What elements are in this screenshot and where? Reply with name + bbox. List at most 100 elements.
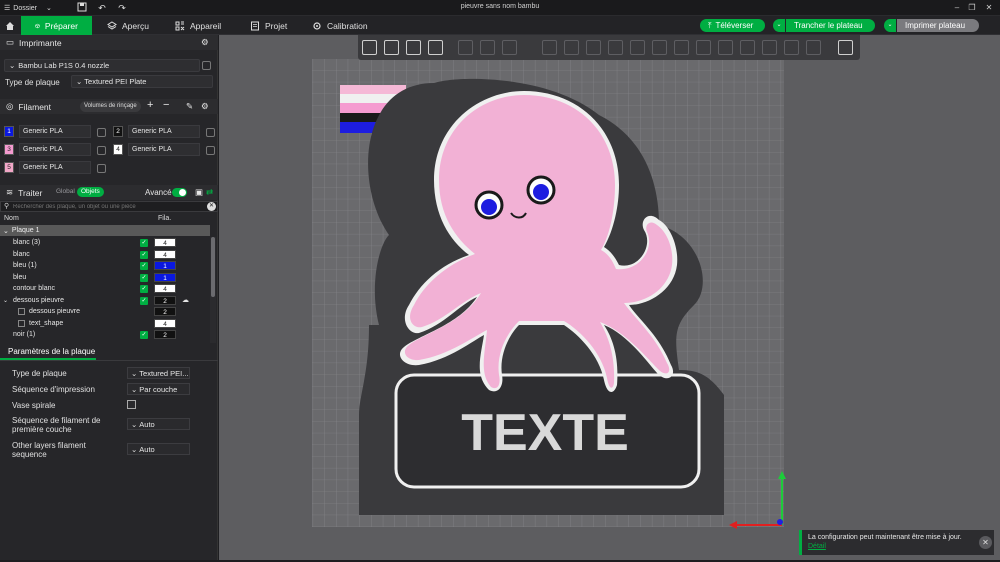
slice-plate-button[interactable]: Trancher le plateau (786, 19, 875, 32)
assembly-icon[interactable] (674, 40, 689, 55)
filament-slot-3[interactable]: 3 Generic PLA (4, 143, 91, 156)
home-button[interactable] (0, 16, 20, 35)
split-icon[interactable] (718, 40, 733, 55)
first-layer-sequence-select[interactable]: ⌄ Auto (127, 418, 190, 430)
measure-icon[interactable] (652, 40, 667, 55)
filament-slot-1[interactable]: 1 Generic PLA (4, 125, 91, 138)
object-row[interactable]: text_shape 4 (0, 318, 210, 330)
printable-checkbox[interactable]: ✓ (140, 331, 148, 339)
object-row[interactable]: bleu (1) ✓ 1 (0, 260, 210, 272)
simplify-icon[interactable] (806, 40, 821, 55)
filament-color-swatch[interactable]: 4 (113, 144, 123, 155)
object-row[interactable]: blanc (3) ✓ 4 (0, 237, 210, 249)
upload-button[interactable]: ⤒ Téléverser (700, 19, 765, 32)
filament-color-swatch[interactable]: 3 (4, 144, 14, 155)
filament-index[interactable]: 2 (154, 307, 176, 316)
filament-index[interactable]: 1 (154, 272, 176, 282)
flush-volumes-button[interactable]: Volumes de rinçage (80, 101, 141, 112)
close-notification-icon[interactable]: ✕ (979, 536, 992, 549)
view-options-icon[interactable] (838, 40, 853, 55)
print-dropdown[interactable]: ⌄ (884, 19, 896, 32)
filament-color-swatch[interactable]: 1 (4, 126, 14, 137)
sync-icon[interactable]: ⇄ (206, 187, 213, 198)
print-plate-button[interactable]: Imprimer plateau (897, 19, 979, 32)
support-paint-icon[interactable] (564, 40, 579, 55)
filament-index[interactable]: 4 (154, 238, 176, 247)
other-layers-sequence-select[interactable]: ⌄ Auto (127, 443, 190, 455)
printable-checkbox[interactable]: ✓ (140, 296, 148, 305)
object-row[interactable]: blanc ✓ 4 (0, 249, 210, 261)
seam-paint-icon[interactable] (586, 40, 601, 55)
emboss-icon[interactable] (762, 40, 777, 55)
tab-calibration[interactable]: Calibration (312, 16, 368, 35)
printable-checkbox[interactable]: ✓ (140, 262, 148, 270)
printable-checkbox[interactable]: ✓ (140, 239, 148, 247)
3d-viewport[interactable]: TEXTE (219, 35, 1000, 560)
rotate-icon[interactable] (480, 40, 495, 55)
object-search-input[interactable] (13, 202, 203, 211)
printable-checkbox[interactable]: ✓ (140, 285, 148, 293)
object-row[interactable]: contour blanc ✓ 4 (0, 283, 210, 295)
tab-device[interactable]: Appareil (175, 16, 221, 35)
cut-icon[interactable] (542, 40, 557, 55)
spiral-vase-checkbox[interactable] (127, 400, 136, 409)
global-toggle[interactable]: Global (56, 188, 75, 195)
plate-params-tab[interactable]: Paramètres de la plaque (0, 346, 96, 360)
minimize-icon[interactable]: – (950, 2, 964, 14)
plate-type-param-select[interactable]: ⌄ Textured PEI... (127, 367, 190, 379)
arrange-icon[interactable] (428, 40, 443, 55)
objects-toggle[interactable]: Objets (77, 187, 104, 197)
clear-search-icon[interactable]: ✕ (207, 202, 216, 211)
color-paint-icon[interactable] (608, 40, 623, 55)
grid-icon[interactable] (384, 40, 399, 55)
close-icon[interactable]: ✕ (982, 2, 996, 14)
edit-filament-icon[interactable] (206, 146, 215, 155)
svg-icon[interactable] (784, 40, 799, 55)
filament-index[interactable]: 4 (154, 318, 176, 328)
plate-type-select[interactable]: ⌄ Textured PEI Plate (71, 75, 213, 88)
filament-index[interactable]: 4 (154, 284, 176, 293)
remove-icon[interactable]: − (163, 99, 169, 111)
compare-icon[interactable]: ▣ (195, 187, 203, 198)
edit-filament-icon[interactable] (206, 128, 215, 137)
orient-icon[interactable] (406, 40, 421, 55)
filament-slot-4[interactable]: 4 Generic PLA (113, 143, 200, 156)
object-row[interactable]: ⌄ dessous pieuvre ✓ 2 ☁ (0, 295, 210, 307)
edit-printer-icon[interactable] (202, 61, 211, 70)
edit-filament-icon[interactable] (97, 146, 106, 155)
object-row[interactable]: noir (1) ✓ 2 (0, 329, 210, 341)
edit-filament-icon[interactable] (97, 128, 106, 137)
variable-layer-icon[interactable] (740, 40, 755, 55)
settings-icon[interactable]: ⚙ (201, 101, 209, 112)
filament-slot-5[interactable]: 5 Generic PLA (4, 161, 91, 174)
mesh-boolean-icon[interactable] (696, 40, 711, 55)
printable-checkbox[interactable]: ✓ (140, 250, 148, 259)
filament-slot-2[interactable]: 2 Generic PLA (113, 125, 200, 138)
filament-index[interactable]: 1 (154, 261, 176, 270)
slice-dropdown[interactable]: ⌄ (773, 19, 785, 32)
edit-filament-icon[interactable] (97, 164, 106, 173)
filament-index[interactable]: 4 (154, 249, 176, 259)
edit-icon[interactable]: ✎ (186, 101, 193, 112)
add-object-icon[interactable] (362, 40, 377, 55)
filament-color-swatch[interactable]: 2 (113, 126, 123, 137)
printer-select[interactable]: ⌄ Bambu Lab P1S 0.4 nozzle (4, 59, 200, 72)
text-tool-icon[interactable] (630, 40, 645, 55)
filament-index[interactable]: 2 (154, 295, 176, 305)
object-list-scrollbar[interactable] (210, 237, 216, 343)
filament-color-swatch[interactable]: 5 (4, 162, 14, 173)
filament-index[interactable]: 2 (154, 330, 176, 339)
object-row[interactable]: dessous pieuvre 2 (0, 306, 210, 318)
restore-icon[interactable]: ❐ (965, 2, 979, 14)
object-search-field[interactable]: ⚲ ✕ (0, 201, 218, 212)
tab-project[interactable]: Projet (250, 16, 287, 35)
settings-icon[interactable]: ⚙ (201, 37, 209, 48)
build-plate-canvas[interactable]: TEXTE (219, 35, 1000, 560)
tab-prepare[interactable]: Préparer (21, 16, 92, 35)
notification-detail-link[interactable]: Détail (808, 543, 994, 550)
scale-icon[interactable] (502, 40, 517, 55)
move-icon[interactable] (458, 40, 473, 55)
tab-preview[interactable]: Aperçu (107, 16, 149, 35)
settings-icon[interactable]: ☁ (182, 296, 189, 304)
add-icon[interactable]: + (147, 99, 153, 111)
